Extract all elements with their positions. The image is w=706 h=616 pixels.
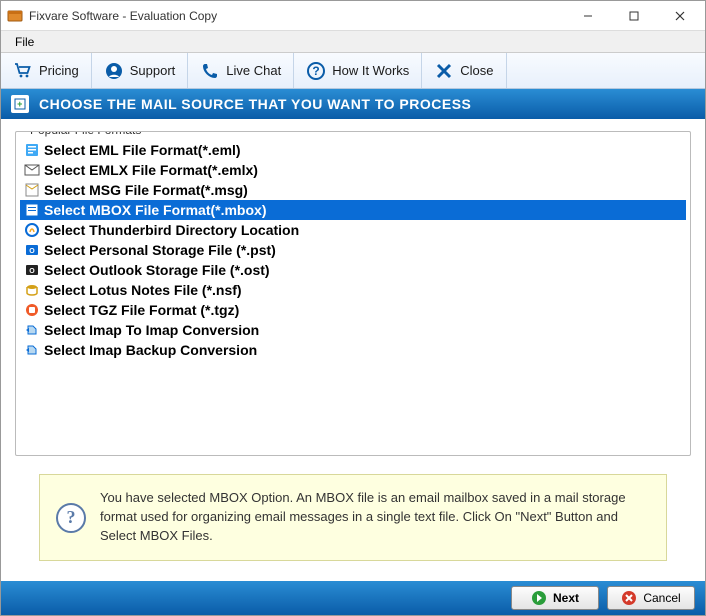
close-button[interactable]: Close <box>422 53 506 88</box>
format-label: Select MSG File Format(*.msg) <box>44 182 248 198</box>
format-icon <box>24 302 40 318</box>
support-label: Support <box>130 63 176 78</box>
livechat-button[interactable]: Live Chat <box>188 53 294 88</box>
pricing-button[interactable]: Pricing <box>1 53 92 88</box>
format-label: Select Thunderbird Directory Location <box>44 222 299 238</box>
format-label: Select MBOX File Format(*.mbox) <box>44 202 266 218</box>
format-row[interactable]: Select MSG File Format(*.msg) <box>20 180 686 200</box>
file-menu[interactable]: File <box>7 33 42 51</box>
format-row[interactable]: O Select Outlook Storage File (*.ost) <box>20 260 686 280</box>
svg-text:O: O <box>29 268 35 275</box>
format-row[interactable]: Select Imap Backup Conversion <box>20 340 686 360</box>
format-row[interactable]: Select Lotus Notes File (*.nsf) <box>20 280 686 300</box>
format-row[interactable]: Select Thunderbird Directory Location <box>20 220 686 240</box>
page-header: + CHOOSE THE MAIL SOURCE THAT YOU WANT T… <box>1 89 705 119</box>
format-row[interactable]: Select TGZ File Format (*.tgz) <box>20 300 686 320</box>
next-arrow-icon <box>531 590 547 606</box>
close-label: Close <box>460 63 493 78</box>
question-icon: ? <box>306 61 326 81</box>
header-badge-icon: + <box>11 95 29 113</box>
cancel-x-icon <box>621 590 637 606</box>
file-formats-group: Popular File Formats Select EML File For… <box>15 131 691 456</box>
format-icon <box>24 182 40 198</box>
footer-bar: Next Cancel <box>1 581 705 615</box>
cancel-label: Cancel <box>643 591 680 605</box>
svg-text:?: ? <box>313 64 320 78</box>
headset-icon <box>104 61 124 81</box>
info-icon: ? <box>56 503 86 533</box>
howitworks-label: How It Works <box>332 63 409 78</box>
info-panel: ? You have selected MBOX Option. An MBOX… <box>39 474 667 561</box>
info-text: You have selected MBOX Option. An MBOX f… <box>100 489 650 546</box>
format-label: Select EML File Format(*.eml) <box>44 142 241 158</box>
format-icon <box>24 202 40 218</box>
close-icon <box>434 61 454 81</box>
format-row[interactable]: Select Imap To Imap Conversion <box>20 320 686 340</box>
page-header-text: CHOOSE THE MAIL SOURCE THAT YOU WANT TO … <box>39 96 471 112</box>
format-label: Select TGZ File Format (*.tgz) <box>44 302 239 318</box>
format-row[interactable]: Select EMLX File Format(*.emlx) <box>20 160 686 180</box>
next-button[interactable]: Next <box>511 586 599 610</box>
format-row[interactable]: Select EML File Format(*.eml) <box>20 140 686 160</box>
title-bar: Fixvare Software - Evaluation Copy <box>1 1 705 31</box>
howitworks-button[interactable]: ? How It Works <box>294 53 422 88</box>
format-row[interactable]: O Select Personal Storage File (*.pst) <box>20 240 686 260</box>
format-icon <box>24 162 40 178</box>
svg-text:+: + <box>17 99 23 109</box>
format-list: Select EML File Format(*.eml) Select EMLX… <box>20 140 686 360</box>
content-area: Popular File Formats Select EML File For… <box>1 119 705 581</box>
pricing-label: Pricing <box>39 63 79 78</box>
app-icon <box>7 8 23 24</box>
format-label: Select Personal Storage File (*.pst) <box>44 242 276 258</box>
svg-text:O: O <box>29 248 35 255</box>
format-icon <box>24 282 40 298</box>
window-title: Fixvare Software - Evaluation Copy <box>29 9 565 23</box>
format-row[interactable]: Select MBOX File Format(*.mbox) <box>20 200 686 220</box>
format-icon <box>24 322 40 338</box>
format-label: Select Imap Backup Conversion <box>44 342 257 358</box>
toolbar: Pricing Support Live Chat ? How It Works… <box>1 53 705 89</box>
cart-icon <box>13 61 33 81</box>
format-label: Select EMLX File Format(*.emlx) <box>44 162 258 178</box>
format-icon: O <box>24 262 40 278</box>
format-icon <box>24 222 40 238</box>
menu-bar: File <box>1 31 705 53</box>
maximize-button[interactable] <box>611 2 657 30</box>
cancel-button[interactable]: Cancel <box>607 586 695 610</box>
format-label: Select Lotus Notes File (*.nsf) <box>44 282 242 298</box>
format-label: Select Outlook Storage File (*.ost) <box>44 262 270 278</box>
format-icon <box>24 142 40 158</box>
phone-icon <box>200 61 220 81</box>
support-button[interactable]: Support <box>92 53 189 88</box>
format-icon <box>24 342 40 358</box>
next-label: Next <box>553 591 579 605</box>
group-legend: Popular File Formats <box>26 131 145 137</box>
minimize-button[interactable] <box>565 2 611 30</box>
format-icon: O <box>24 242 40 258</box>
close-window-button[interactable] <box>657 2 703 30</box>
format-label: Select Imap To Imap Conversion <box>44 322 259 338</box>
livechat-label: Live Chat <box>226 63 281 78</box>
